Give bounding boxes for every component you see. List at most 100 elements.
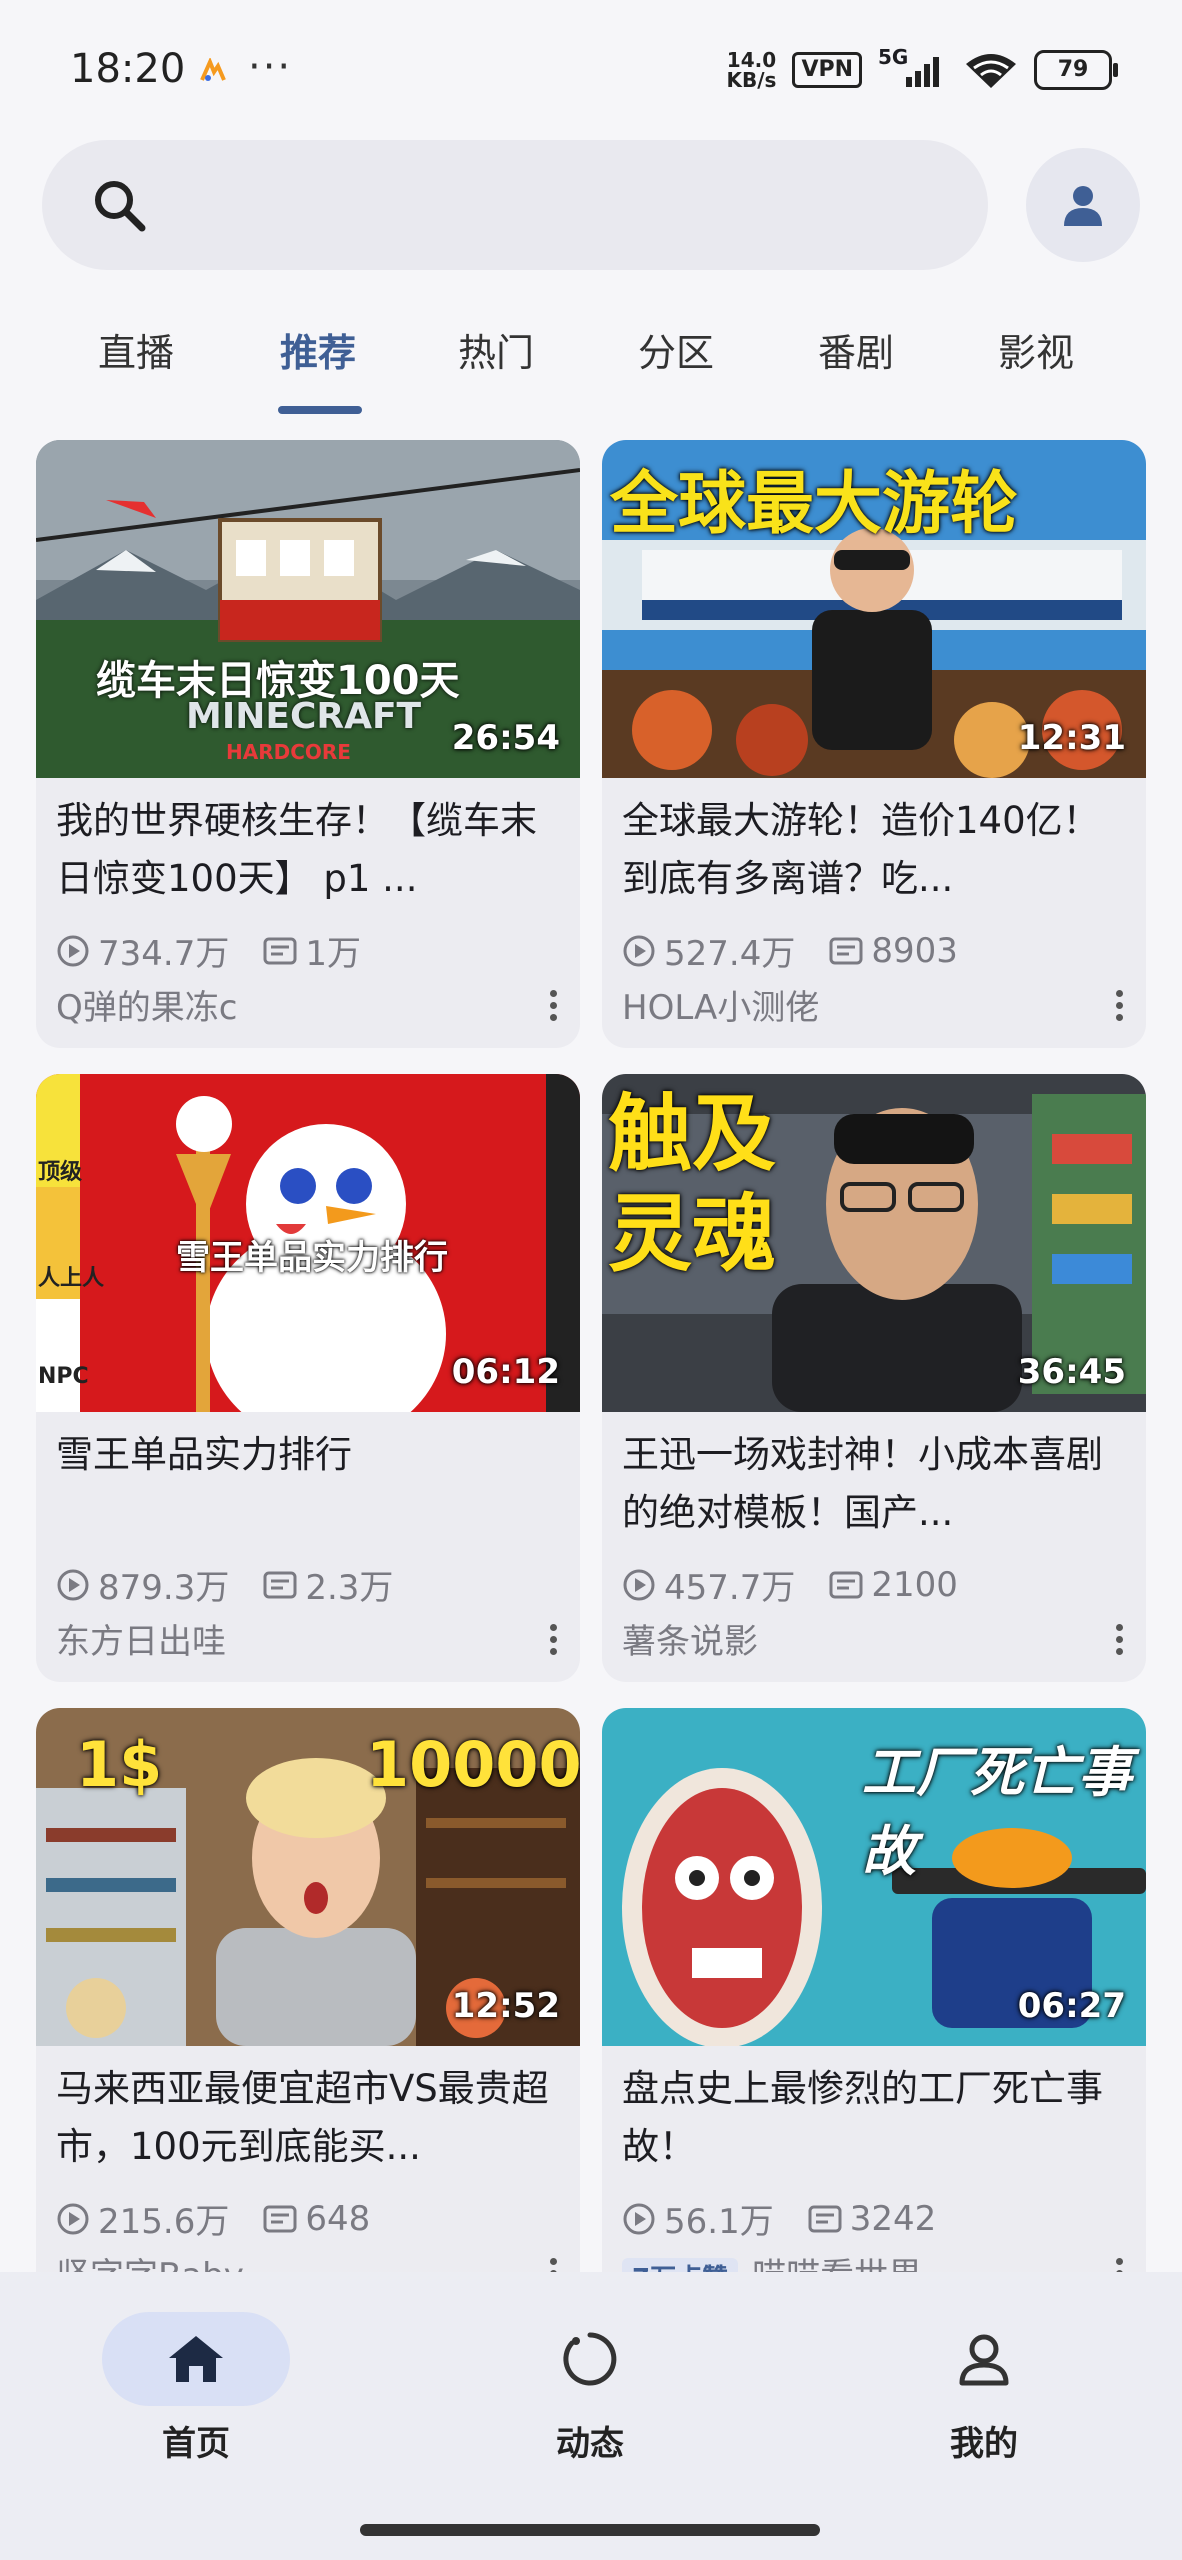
danmaku-icon — [263, 1571, 297, 1598]
play-count-icon — [57, 935, 89, 966]
tab-movies[interactable]: 影视 — [998, 322, 1074, 377]
tab-categories[interactable]: 分区 — [638, 322, 714, 377]
nav-profile-label: 我的 — [950, 2424, 1018, 2464]
home-gesture-bar[interactable] — [360, 2524, 820, 2536]
video-stats: 879.3万 2.3万 — [56, 1560, 393, 1609]
net-speed-unit: KB/s — [726, 68, 777, 92]
nav-activity[interactable]: 动态 — [490, 2312, 690, 2465]
video-title[interactable]: 雪王单品实力排行 — [56, 1426, 560, 1484]
video-thumbnail[interactable]: 触及灵魂 36:45 — [602, 1074, 1146, 1412]
tab-recommended[interactable]: 推荐 — [280, 322, 356, 377]
nav-home[interactable]: 首页 — [96, 2312, 296, 2465]
more-options-icon[interactable] — [550, 1624, 558, 1660]
activity-icon — [563, 2332, 617, 2386]
play-count-icon — [623, 1569, 655, 1600]
danmaku-count: 2.3万 — [305, 1568, 394, 1608]
video-stats: 734.7万 1万 — [56, 926, 361, 975]
tab-live[interactable]: 直播 — [98, 322, 174, 377]
category-tabs: 直播 推荐 热门 分区 番剧 影视 — [0, 300, 1182, 420]
video-stats: 457.7万 2100 — [622, 1560, 958, 1609]
view-count: 879.3万 — [98, 1568, 230, 1608]
active-tab-indicator — [278, 406, 362, 414]
nav-profile[interactable]: 我的 — [884, 2312, 1084, 2465]
view-count: 527.4万 — [664, 934, 796, 974]
video-title[interactable]: 我的世界硬核生存！【缆车末日惊变100天】 p1 ... — [56, 792, 560, 908]
video-thumbnail[interactable]: 缆车末日惊变100天 MINECRAFT HARDCORE 26:54 — [36, 440, 580, 778]
video-thumbnail[interactable]: 1$ 10000$ 12:52 — [36, 1708, 580, 2046]
nav-home-label: 首页 — [162, 2424, 230, 2464]
nav-activity-pill[interactable] — [496, 2312, 684, 2406]
danmaku-icon — [808, 2205, 842, 2232]
more-options-icon[interactable] — [1116, 990, 1124, 1026]
play-count-icon — [57, 2203, 89, 2234]
video-duration: 36:45 — [1017, 1352, 1126, 1392]
uploader-name[interactable]: 薯条说影 — [622, 1614, 758, 1663]
thumbnail-caption: 工厂死亡事故 — [862, 1741, 1132, 1883]
view-count: 215.6万 — [98, 2202, 230, 2242]
danmaku-icon — [829, 937, 863, 964]
uploader-name[interactable]: 东方日出哇 — [56, 1614, 226, 1663]
view-count: 56.1万 — [664, 2202, 774, 2242]
net-speed-value: 14.0 — [726, 48, 777, 72]
more-options-icon[interactable] — [550, 990, 558, 1026]
tab-popular[interactable]: 热门 — [458, 322, 534, 377]
search-bar[interactable] — [42, 140, 988, 270]
tab-anime[interactable]: 番剧 — [818, 322, 894, 377]
battery-icon: 79 — [1034, 50, 1118, 90]
video-duration: 06:27 — [1017, 1986, 1126, 2026]
thumbnail-caption: 触及灵魂 — [608, 1085, 777, 1283]
nav-home-pill[interactable] — [102, 2312, 290, 2406]
more-options-icon[interactable] — [1116, 1624, 1124, 1660]
danmaku-icon — [263, 2205, 297, 2232]
video-card[interactable]: 1$ 10000$ 12:52 马来西亚最便宜超市VS最贵超市，100元到底能买… — [36, 1708, 580, 2316]
thumbnail-caption: 全球最大游轮 — [610, 465, 1019, 544]
video-card[interactable]: 缆车末日惊变100天 MINECRAFT HARDCORE 26:54 我的世界… — [36, 440, 580, 1048]
profile-icon — [959, 2334, 1009, 2386]
status-time: 18:20 — [70, 46, 186, 92]
vpn-icon: VPN — [792, 52, 862, 88]
search-icon — [95, 181, 146, 232]
video-thumbnail[interactable]: 工厂死亡事故 06:27 — [602, 1708, 1146, 2046]
danmaku-count: 3242 — [849, 2198, 937, 2239]
status-right: 14.0 KB/s VPN 5G 79 — [726, 45, 1118, 90]
uploader-name[interactable]: Q弹的果冻c — [56, 980, 237, 1029]
tier-label: 顶级 — [38, 1160, 83, 1185]
video-duration: 26:54 — [451, 718, 560, 758]
thumbnail-hardcore-label: HARDCORE — [226, 740, 351, 764]
thumbnail-caption-left: 1$ — [76, 1728, 163, 1801]
video-thumbnail[interactable]: 顶级 人上人 NPC 雪王单品实力排行 06:12 — [36, 1074, 580, 1412]
nav-profile-pill[interactable] — [890, 2312, 1078, 2406]
video-title[interactable]: 马来西亚最便宜超市VS最贵超市，100元到底能买... — [56, 2060, 560, 2176]
video-title[interactable]: 盘点史上最惨烈的工厂死亡事故！ — [622, 2060, 1126, 2176]
video-card[interactable]: 全球最大游轮 12:31 全球最大游轮！造价140亿！到底有多离谱？吃... 5… — [602, 440, 1146, 1048]
tier-label: 人上人 — [38, 1266, 105, 1291]
account-button[interactable] — [1026, 148, 1140, 262]
cell-signal-icon: 5G — [878, 45, 948, 89]
net-speed: 14.0 KB/s — [726, 50, 776, 90]
video-title[interactable]: 王迅一场戏封神！小成本喜剧的绝对模板！国产... — [622, 1426, 1126, 1542]
tier-label: NPC — [38, 1364, 89, 1389]
danmaku-icon — [263, 937, 297, 964]
video-thumbnail[interactable]: 全球最大游轮 12:31 — [602, 440, 1146, 778]
danmaku-count: 1万 — [305, 934, 361, 974]
play-count-icon — [57, 1569, 89, 1600]
uploader-name[interactable]: HOLA小测佬 — [622, 980, 819, 1029]
thumbnail-caption: 雪王单品实力排行 — [176, 1238, 448, 1278]
video-card[interactable]: 工厂死亡事故 06:27 盘点史上最惨烈的工厂死亡事故！ 56.1万 3242 … — [602, 1708, 1146, 2316]
more-notifications-icon: ··· — [248, 44, 293, 90]
view-count: 734.7万 — [98, 934, 230, 974]
video-duration: 12:31 — [1017, 718, 1126, 758]
user-icon — [1064, 186, 1102, 226]
video-card[interactable]: 顶级 人上人 NPC 雪王单品实力排行 06:12 雪王单品实力排行 879.3… — [36, 1074, 580, 1682]
video-card[interactable]: 触及灵魂 36:45 王迅一场戏封神！小成本喜剧的绝对模板！国产... 457.… — [602, 1074, 1146, 1682]
thumbnail-game-logo: MINECRAFT — [186, 696, 422, 737]
play-count-icon — [623, 935, 655, 966]
home-icon — [169, 2336, 223, 2382]
app-notification-icon — [200, 58, 226, 81]
video-stats: 56.1万 3242 — [622, 2194, 936, 2243]
video-title[interactable]: 全球最大游轮！造价140亿！到底有多离谱？吃... — [622, 792, 1126, 908]
wifi-icon — [966, 54, 1016, 88]
video-stats: 527.4万 8903 — [622, 926, 958, 975]
thumbnail-caption-right: 10000$ — [366, 1728, 580, 1801]
video-stats: 215.6万 648 — [56, 2194, 370, 2243]
